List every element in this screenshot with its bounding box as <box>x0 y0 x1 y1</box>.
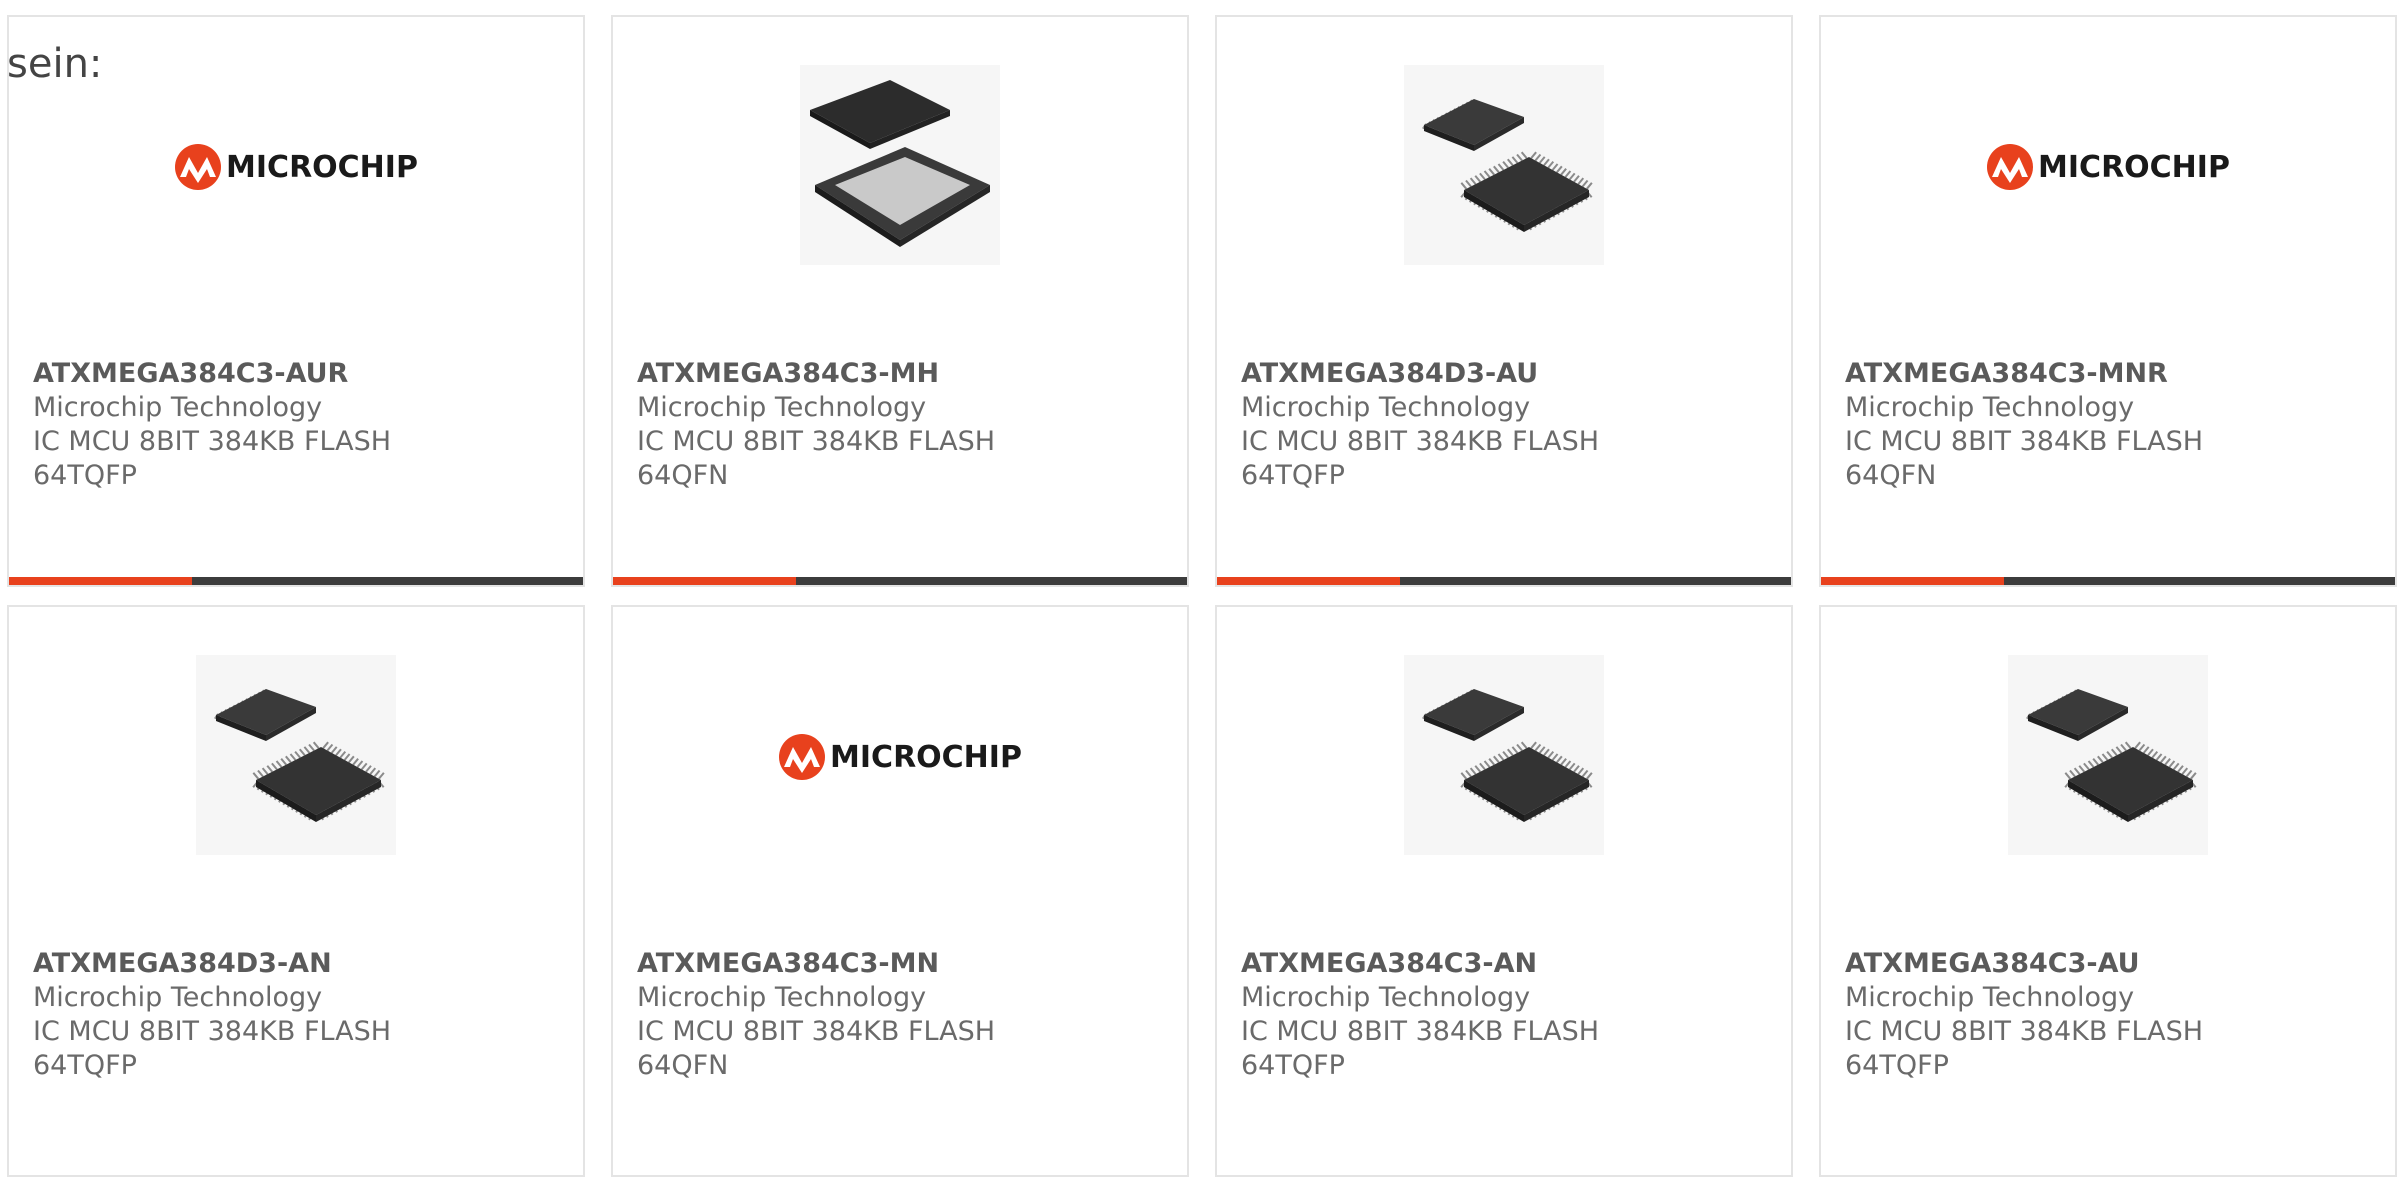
product-image[interactable] <box>9 655 583 859</box>
description: IC MCU 8BIT 384KB FLASH <box>637 1016 996 1047</box>
manufacturer: Microchip Technology <box>637 392 927 423</box>
manufacturer: Microchip Technology <box>1241 392 1531 423</box>
manufacturer: Microchip Technology <box>33 982 323 1013</box>
part-number-link[interactable]: ATXMEGA384D3-AN <box>33 947 391 981</box>
tqfp-chip-icon <box>1404 655 1604 859</box>
manufacturer: Microchip Technology <box>33 392 323 423</box>
microchip-logo-icon: MICROCHIP <box>1986 143 2230 191</box>
part-number-link[interactable]: ATXMEGA384C3-MH <box>637 357 995 391</box>
qfn-chip-icon <box>800 65 1000 269</box>
description: IC MCU 8BIT 384KB FLASH <box>1845 1016 2204 1047</box>
card-bar-accent <box>1821 577 2004 585</box>
card-bar <box>1217 577 1791 585</box>
product-card[interactable]: ATXMEGA384C3-AU Microchip Technology IC … <box>1819 605 2397 1177</box>
product-card[interactable]: ATXMEGA384D3-AN Microchip Technology IC … <box>7 605 585 1177</box>
product-image[interactable] <box>1217 65 1791 269</box>
card-bar-accent <box>1217 577 1400 585</box>
card-bar-accent <box>9 577 192 585</box>
description: IC MCU 8BIT 384KB FLASH <box>33 426 392 457</box>
tqfp-chip-icon <box>196 655 396 859</box>
product-image[interactable] <box>1821 655 2395 859</box>
product-card[interactable]: ATXMEGA384D3-AU Microchip Technology IC … <box>1215 15 1793 587</box>
tqfp-chip-icon <box>1404 65 1604 269</box>
card-bar <box>1821 577 2395 585</box>
part-number-link[interactable]: ATXMEGA384C3-MNR <box>1845 357 2203 391</box>
microchip-logo-word: MICROCHIP <box>226 149 418 185</box>
product-image[interactable]: MICROCHIP <box>9 67 583 267</box>
description: IC MCU 8BIT 384KB FLASH <box>33 1016 392 1047</box>
card-bar <box>613 577 1187 585</box>
package: 64QFN <box>637 460 729 491</box>
product-image[interactable]: MICROCHIP <box>1821 67 2395 267</box>
microchip-logo-word: MICROCHIP <box>830 739 1022 775</box>
product-card[interactable]: MICROCHIP ATXMEGA384C3-AUR Microchip Tec… <box>7 15 585 587</box>
part-number-link[interactable]: ATXMEGA384C3-AN <box>1241 947 1599 981</box>
tqfp-chip-icon <box>2008 655 2208 859</box>
package: 64TQFP <box>33 1050 137 1081</box>
description: IC MCU 8BIT 384KB FLASH <box>1845 426 2204 457</box>
product-card[interactable]: MICROCHIP ATXMEGA384C3-MNR Microchip Tec… <box>1819 15 2397 587</box>
intro-text: sein: <box>7 41 103 87</box>
card-bar-accent <box>613 577 796 585</box>
description: IC MCU 8BIT 384KB FLASH <box>1241 1016 1600 1047</box>
manufacturer: Microchip Technology <box>637 982 927 1013</box>
manufacturer: Microchip Technology <box>1845 392 2135 423</box>
microchip-logo-icon: MICROCHIP <box>174 143 418 191</box>
description: IC MCU 8BIT 384KB FLASH <box>637 426 996 457</box>
part-number-link[interactable]: ATXMEGA384D3-AU <box>1241 357 1599 391</box>
package: 64TQFP <box>33 460 137 491</box>
part-number-link[interactable]: ATXMEGA384C3-AUR <box>33 357 391 391</box>
card-bar <box>9 577 583 585</box>
package: 64TQFP <box>1241 460 1345 491</box>
description: IC MCU 8BIT 384KB FLASH <box>1241 426 1600 457</box>
part-number-link[interactable]: ATXMEGA384C3-AU <box>1845 947 2203 981</box>
product-image[interactable]: MICROCHIP <box>613 657 1187 857</box>
package: 64QFN <box>1845 460 1937 491</box>
manufacturer: Microchip Technology <box>1845 982 2135 1013</box>
manufacturer: Microchip Technology <box>1241 982 1531 1013</box>
product-card[interactable]: MICROCHIP ATXMEGA384C3-MN Microchip Tech… <box>611 605 1189 1177</box>
product-grid: MICROCHIP ATXMEGA384C3-AUR Microchip Tec… <box>7 15 2400 1177</box>
product-card[interactable]: ATXMEGA384C3-AN Microchip Technology IC … <box>1215 605 1793 1177</box>
package: 64TQFP <box>1845 1050 1949 1081</box>
part-number-link[interactable]: ATXMEGA384C3-MN <box>637 947 995 981</box>
product-card[interactable]: ATXMEGA384C3-MH Microchip Technology IC … <box>611 15 1189 587</box>
microchip-logo-word: MICROCHIP <box>2038 149 2230 185</box>
product-image[interactable] <box>1217 655 1791 859</box>
product-image[interactable] <box>613 65 1187 269</box>
microchip-logo-icon: MICROCHIP <box>778 733 1022 781</box>
package: 64QFN <box>637 1050 729 1081</box>
package: 64TQFP <box>1241 1050 1345 1081</box>
